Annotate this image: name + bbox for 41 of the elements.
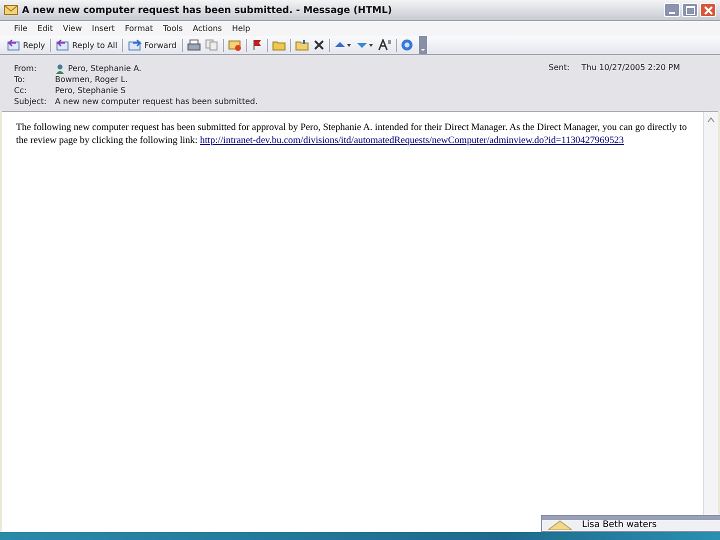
field-value: Pero, Stephanie S xyxy=(55,86,126,95)
review-link[interactable]: http://intranet-dev.bu.com/divisions/itd/automatedRequests/newComputer/adminview.do?id=1130427969523 xyxy=(200,134,624,146)
maximize-icon[interactable] xyxy=(686,6,694,14)
message-body: The following new computer request has been submitted for approval by Pero, Stephanie A. intended for their Direct Manager. As the Direct Manager, you can go directly to the review page by clicking the following link: http://intranet-dev.bu.com/divisions/itd/automatedRequests/newComputer/adminview.do?id=1130427969523 xyxy=(16,122,688,147)
menu-item[interactable]: Tools xyxy=(163,24,183,33)
notification-popup[interactable]: Lisa Beth waters xyxy=(541,515,720,532)
toolbar-options-icon[interactable] xyxy=(418,36,427,54)
close-icon[interactable] xyxy=(704,6,712,14)
sender-name: Lisa Beth waters xyxy=(582,520,657,530)
field-label: To: xyxy=(14,75,26,84)
menu-item[interactable]: View xyxy=(62,24,82,33)
help-icon[interactable] xyxy=(400,39,413,51)
envelope-delete-icon[interactable] xyxy=(228,39,242,51)
toolbar-button[interactable]: Forward xyxy=(127,39,178,51)
toolbar-button[interactable]: Reply xyxy=(6,39,46,51)
person-icon xyxy=(55,64,65,74)
menu-item[interactable]: Help xyxy=(232,24,250,33)
minimize-button[interactable] xyxy=(664,3,680,17)
menu-item[interactable]: Actions xyxy=(192,24,222,33)
window-title: A new new computer request has been submitted. - Message (HTML) xyxy=(22,4,394,16)
delete-icon[interactable] xyxy=(312,39,325,51)
font-size-icon[interactable] xyxy=(378,39,392,51)
menu-item[interactable]: Format xyxy=(124,24,154,33)
move-folder-icon[interactable] xyxy=(294,39,309,51)
toolbar-button[interactable]: Reply to All xyxy=(55,39,118,51)
field-value: Bowmen, Roger L. xyxy=(55,75,128,84)
folder-icon[interactable] xyxy=(272,39,286,51)
field-label: Sent: xyxy=(548,63,570,74)
printer-icon[interactable] xyxy=(186,39,201,51)
flag-icon[interactable] xyxy=(250,39,263,51)
maximize-button[interactable] xyxy=(682,3,698,17)
field-value: Thu 10/27/2005 2:20 PM xyxy=(582,63,680,74)
menu-item[interactable]: Edit xyxy=(37,24,53,33)
field-value: Pero, Stephanie A. xyxy=(68,64,142,73)
close-button[interactable] xyxy=(700,3,716,17)
field-value: A new new computer request has been submitted. xyxy=(55,97,258,106)
field-label: Cc: xyxy=(14,86,28,95)
field-label: Subject: xyxy=(14,97,48,106)
menu-item[interactable]: File xyxy=(14,24,28,33)
menu-item[interactable]: Insert xyxy=(92,24,115,33)
field-label: From: xyxy=(14,64,38,73)
